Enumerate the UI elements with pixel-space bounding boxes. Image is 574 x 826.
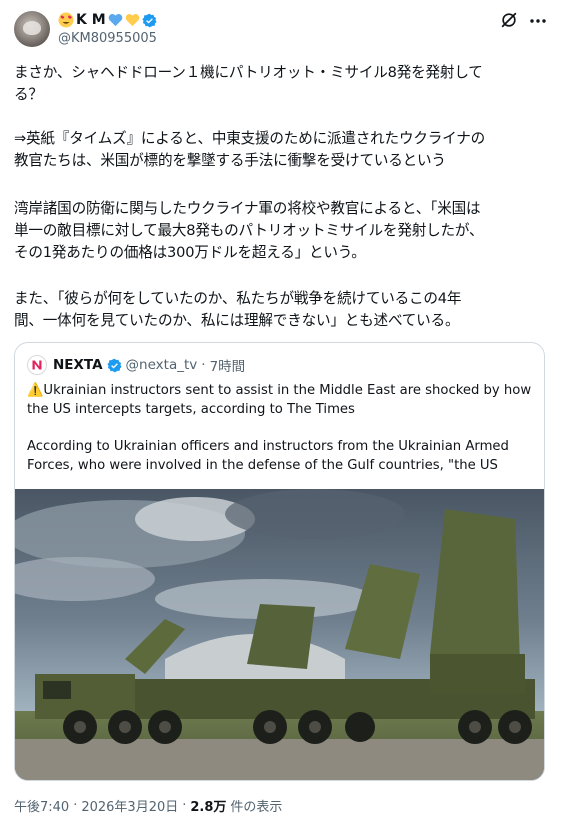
post-date[interactable]: 2026年3月20日 [81, 796, 178, 815]
separator-dot: · [182, 798, 187, 813]
grok-icon[interactable] [500, 11, 518, 29]
quote-author-name: NEXTA [53, 357, 103, 373]
separator-dot: · [201, 357, 206, 373]
tweet-paragraph: まさか、シャヘドドローン１機にパトリオット・ミサイル8発を発射して る？ [14, 64, 483, 103]
verified-badge-icon [106, 358, 122, 372]
post-time[interactable]: 午後7:40 [14, 796, 69, 815]
views-label: 件の表示 [230, 800, 283, 815]
quote-header: NEXTA @nexta_tv · 7時間 [53, 355, 245, 375]
user-handle[interactable]: @KM80955005 [58, 31, 157, 46]
more-options-icon[interactable] [528, 12, 548, 30]
display-name[interactable]: K M [76, 12, 106, 28]
nexta-logo-icon [27, 355, 47, 375]
quote-author-handle: @nexta_tv [125, 357, 198, 373]
tweet-paragraph: 湾岸諸国の防衛に関与したウクライナ軍の将校や教官によると、「米国は 単一の敵目標… [14, 200, 484, 261]
quoted-tweet-card[interactable]: NEXTA @nexta_tv · 7時間 ⚠️Ukrainian instru… [14, 342, 545, 781]
separator-dot: · [73, 798, 78, 813]
display-name-row[interactable]: K M [58, 12, 157, 28]
quote-text-continued: According to Ukrainian officers and inst… [27, 439, 509, 473]
verified-badge-icon [142, 13, 157, 27]
avatar[interactable] [14, 11, 50, 47]
tweet-paragraph: また、「彼らが何をしていたのか、私たちが戦争を続けているこの4年 間、一体何を見… [14, 290, 462, 329]
patriot-launchers-photo[interactable] [15, 489, 544, 780]
yellow-heart-icon [125, 14, 139, 27]
blue-heart-icon [108, 14, 122, 27]
quote-timestamp: 7時間 [209, 359, 246, 375]
tweet-meta: 午後7:40 · 2026年3月20日 · 2.8万 件の表示 [14, 796, 282, 815]
quote-text-line: Ukrainian instructors sent to assist in … [27, 383, 532, 417]
tweet-paragraph: ⇒英紙『タイムズ』によると、中東支援のために派遣されたウクライナの 教官たちは、… [14, 130, 486, 169]
views-count[interactable]: 2.8万 [190, 796, 226, 815]
quote-text: ⚠️Ukrainian instructors sent to assist i… [27, 381, 537, 419]
warning-icon: ⚠️ [27, 383, 44, 398]
heart-eyes-emoji-icon [58, 12, 74, 28]
